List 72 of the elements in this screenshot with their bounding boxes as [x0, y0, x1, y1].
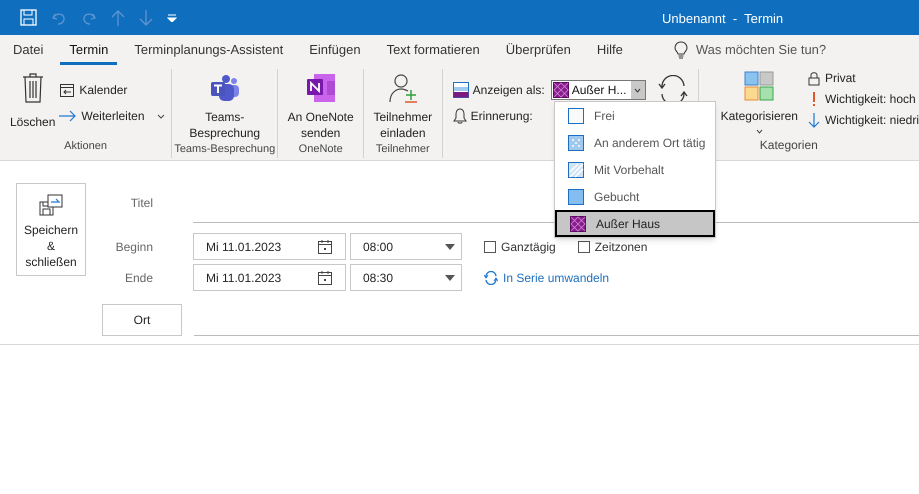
date-field[interactable]: Mi 11.01.2023 — [193, 233, 346, 260]
group-label: Aktionen — [63, 138, 108, 154]
chevron-icon — [634, 88, 642, 92]
menu-item[interactable]: Frei — [555, 102, 715, 129]
lock-icon — [808, 70, 820, 86]
teams-meeting-button[interactable]: Teams- Besprechung — [189, 73, 260, 141]
group-label: Teilnehmer — [374, 142, 431, 157]
ribbon-tab[interactable]: Überprüfen — [496, 35, 580, 65]
location-button[interactable]: Ort — [102, 304, 182, 336]
invite-attendees-button[interactable]: Teilnehmer einladen — [373, 73, 432, 141]
recurrence-link[interactable]: In Serie umwandeln — [484, 268, 610, 286]
low-importance-button[interactable]: Wichtigkeit: niedri — [808, 111, 919, 129]
group-label: Teams-Besprechung — [173, 142, 276, 157]
save-close-icon — [39, 194, 63, 216]
show-as-icon — [452, 82, 469, 98]
status-swatch-icon — [570, 216, 586, 232]
categorize-button[interactable]: Kategorisieren — [720, 69, 798, 136]
menu-item[interactable]: Gebucht — [555, 183, 715, 210]
lightbulb-icon — [674, 41, 688, 59]
teams-logo-icon — [210, 73, 240, 103]
date-field[interactable]: Mi 11.01.2023 — [193, 264, 346, 291]
ribbon-tab[interactable]: Text formatieren — [378, 35, 489, 65]
calendar-button[interactable]: Kalender — [59, 81, 165, 99]
time-field[interactable]: 08:00 — [350, 233, 462, 260]
arrow-icon — [59, 110, 78, 122]
private-button[interactable]: Privat — [808, 69, 919, 87]
ribbon-tab[interactable]: Datei — [4, 35, 52, 65]
show-as-dropdown[interactable]: Außer H... — [550, 80, 646, 100]
menu-item[interactable]: Mit Vorbehalt — [555, 156, 715, 183]
ribbon-tab[interactable]: Terminplanungs-Assistent — [125, 35, 292, 65]
checkbox[interactable] — [578, 240, 590, 252]
checkbox-label: Zeitzonen — [594, 238, 648, 256]
categories-icon — [744, 71, 774, 101]
field-label: Ende — [124, 270, 154, 286]
save-icon[interactable] — [20, 9, 37, 26]
tell-me-field[interactable]: Was möchten Sie tun? — [696, 40, 826, 60]
menu-item[interactable]: Außer Haus — [555, 210, 715, 237]
down-arrow-icon — [808, 112, 820, 128]
status-swatch-icon — [568, 188, 584, 204]
recurrence-icon — [484, 270, 498, 284]
bell-icon — [452, 108, 467, 124]
delete-button[interactable]: Löschen — [10, 73, 56, 131]
person-add-icon — [388, 73, 418, 103]
menu-item[interactable]: An anderem Ort tätig — [555, 129, 715, 156]
status-swatch-icon — [568, 162, 584, 178]
window-title: Unbenannt - Termin — [662, 10, 784, 28]
high-importance-button[interactable]: Wichtigkeit: hoch — [808, 90, 919, 108]
onenote-logo-icon — [306, 73, 336, 103]
show-as-label: Anzeigen als: — [472, 82, 545, 99]
forward-button[interactable]: Weiterleiten — [59, 107, 165, 125]
customize-toolbar-icon[interactable] — [167, 14, 177, 22]
dropdown-arrow-icon — [445, 244, 455, 250]
trash-icon — [22, 73, 44, 103]
group-label: OneNote — [298, 142, 344, 157]
reminder-label: Erinnerung: — [470, 108, 533, 125]
time-field[interactable]: 08:30 — [350, 264, 462, 291]
status-swatch-icon — [568, 108, 584, 124]
ribbon-tab[interactable]: Einfügen — [300, 35, 370, 65]
status-swatch-icon — [568, 134, 584, 150]
checkbox-label: Ganztägig — [501, 238, 556, 256]
dropdown-arrow-icon — [445, 274, 455, 280]
ribbon-tab[interactable]: Hilfe — [588, 35, 632, 65]
calendar-icon — [59, 82, 76, 98]
chevron-icon — [156, 114, 165, 118]
onenote-button[interactable]: An OneNote senden — [288, 73, 354, 141]
calendar-icon — [317, 238, 333, 254]
calendar-icon — [317, 270, 333, 286]
field-label: Beginn — [114, 238, 154, 256]
field-label: Titel — [130, 195, 154, 212]
chevron-icon — [756, 129, 763, 134]
checkbox[interactable] — [484, 240, 496, 252]
save-and-close-button[interactable]: Speichern & schließen — [16, 183, 86, 276]
